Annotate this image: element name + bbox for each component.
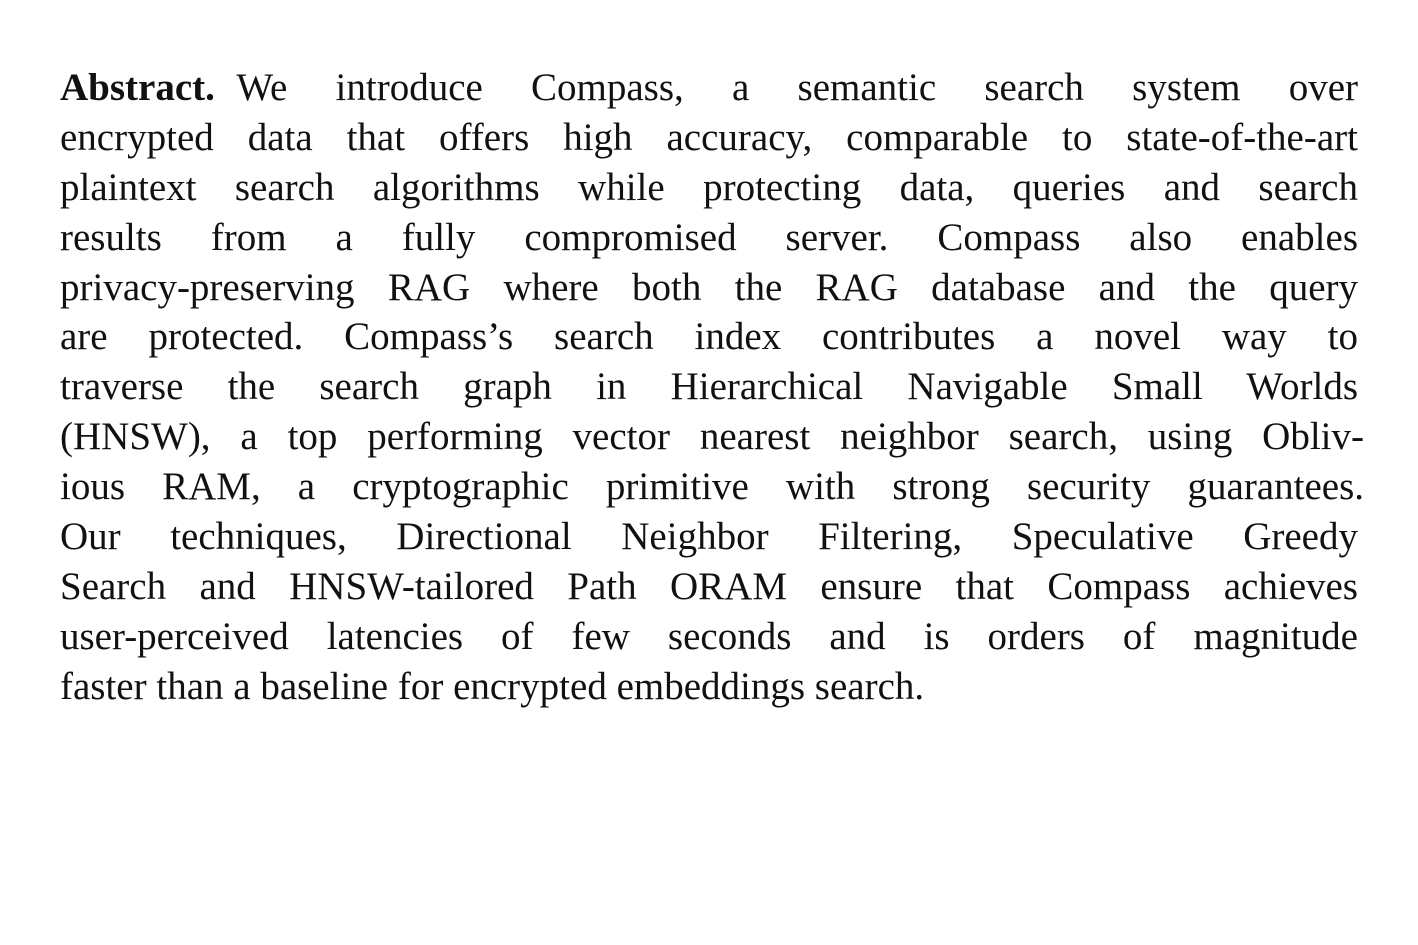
abstract-line-8: (HNSW), a top performing vector nearest … xyxy=(60,415,1364,459)
abstract-line-7: traverse the search graph in Hierarchica… xyxy=(60,365,1358,409)
abstract-heading: Abstract. xyxy=(60,66,215,109)
abstract-line-11: Search and HNSW-tailored Path ORAM ensur… xyxy=(60,564,1358,608)
abstract-section: Abstract. We introduce Compass, a semanti… xyxy=(60,63,1364,712)
abstract-line-3: plaintext search algorithms while protec… xyxy=(60,165,1358,209)
abstract-line-5: privacy-preserving RAG where both the RA… xyxy=(60,265,1358,309)
abstract-line-13: faster than a baseline for encrypted emb… xyxy=(60,664,925,708)
abstract-text: We introduce Compass, a semantic search … xyxy=(236,66,1358,109)
abstract-line-10: Our techniques, Directional Neighbor Fil… xyxy=(60,515,1358,559)
abstract-line-9: ious RAM, a cryptographic primitive with… xyxy=(60,465,1364,509)
abstract-line-6: are protected. Compass’s search index co… xyxy=(60,315,1358,359)
abstract-line-1: Abstract. We introduce Compass, a semanti… xyxy=(60,63,1358,113)
abstract-line-12: user-perceived latencies of few seconds … xyxy=(60,614,1358,658)
abstract-line-4: results from a fully compromised server.… xyxy=(60,215,1358,259)
abstract-line-2: encrypted data that offers high accuracy… xyxy=(60,115,1358,159)
